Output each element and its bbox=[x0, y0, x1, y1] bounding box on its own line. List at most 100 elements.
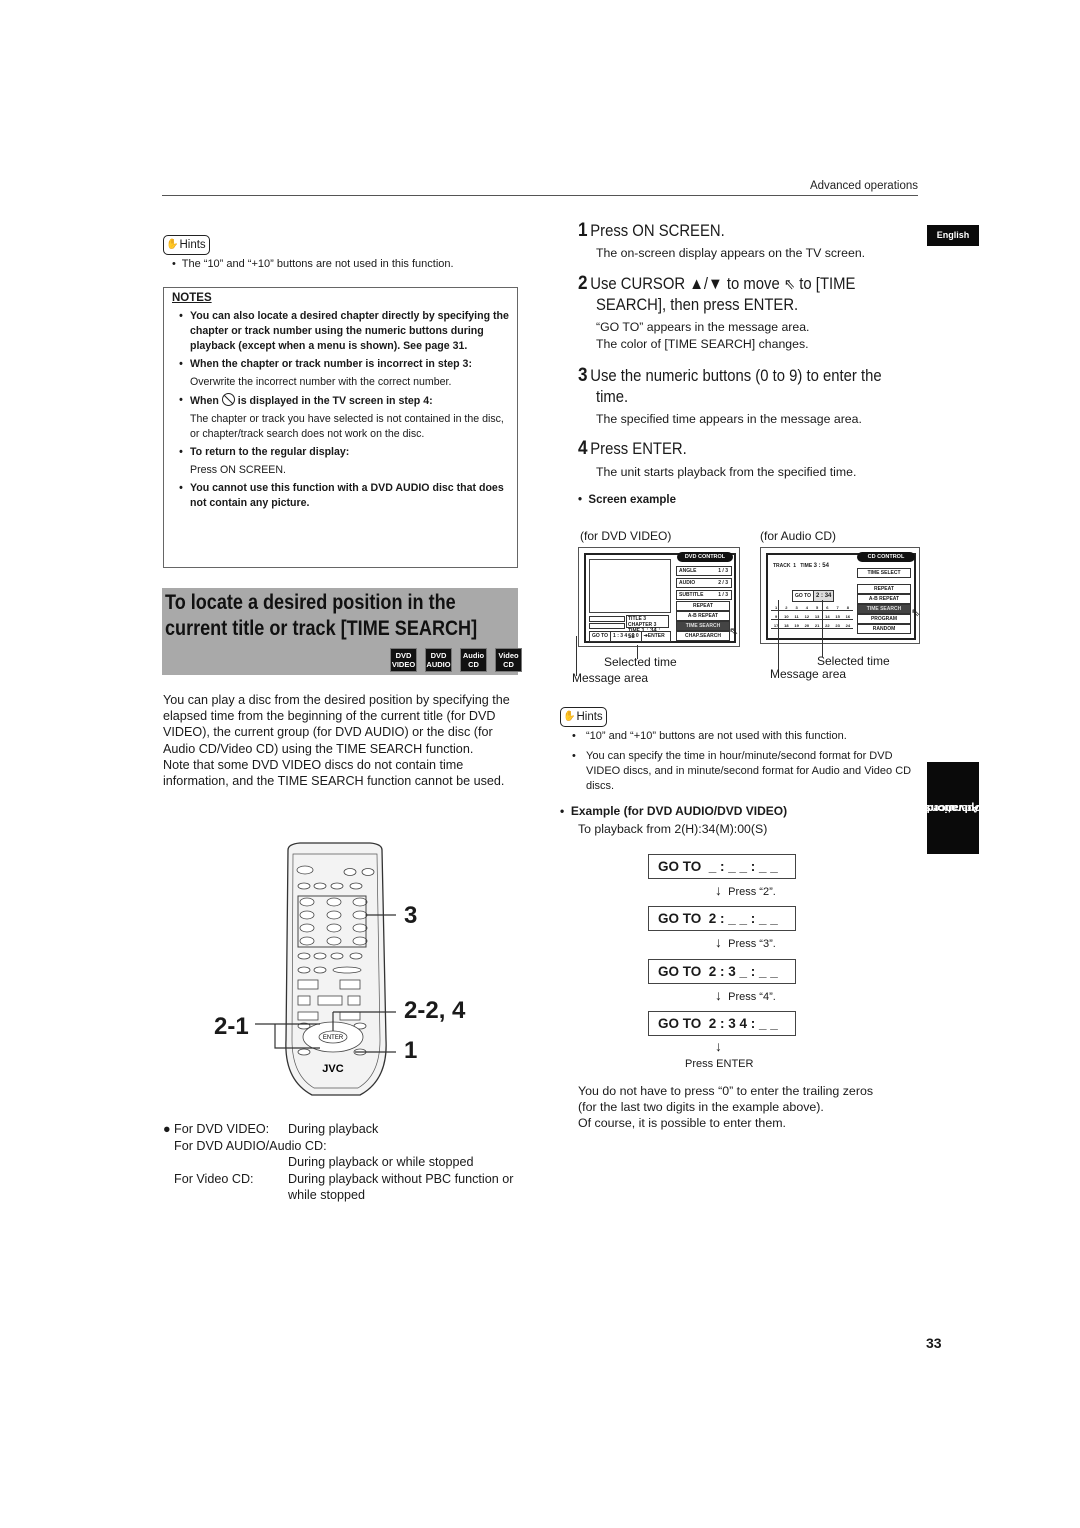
notes-box: NOTES • You can also locate a desired cha… bbox=[163, 287, 518, 568]
track-number: 4 bbox=[801, 605, 812, 611]
press-step-3: ↓ Press “4”. bbox=[715, 987, 776, 1003]
intro-text: You can play a disc from the desired pos… bbox=[163, 693, 510, 756]
track-grid: 1 2 3 4 5 6 7 8 9 10 11 12 13 14 15 16 17 18 19 20 21 22 23 24 bbox=[771, 605, 853, 629]
hint-item: • “10” and “+10” buttons are not used wit… bbox=[572, 730, 847, 742]
menu-item-repeat: REPEAT bbox=[857, 584, 911, 594]
example-title: • Example (for DVD AUDIO/DVD VIDEO) bbox=[560, 804, 788, 818]
track-number: 15 bbox=[832, 614, 843, 620]
intro-note: Note that some DVD VIDEO discs do not co… bbox=[163, 757, 505, 789]
intro-paragraph: You can play a disc from the desired pos… bbox=[163, 692, 523, 789]
example-desc: To playback from 2(H):34(M):00(S) bbox=[578, 822, 768, 836]
condition-label: For DVD AUDIO/Audio CD: bbox=[174, 1138, 327, 1153]
callout-step-2-1: 2-1 bbox=[214, 1013, 249, 1040]
press-step-1: ↓ Press “2”. bbox=[715, 882, 776, 898]
track-number: 20 bbox=[801, 623, 812, 629]
track-number: 19 bbox=[791, 623, 802, 629]
dvd-video-icon: DVD VIDEO bbox=[390, 648, 417, 672]
condition-row: For Video CD: During playback without PBC… bbox=[163, 1171, 533, 1204]
note-heading: When is displayed in the TV screen in st… bbox=[190, 393, 433, 407]
menu-item-repeat: REPEAT bbox=[676, 601, 730, 611]
note-item: • To return to the regular display: Press … bbox=[179, 446, 350, 476]
disc-type-icons: DVD VIDEO DVD AUDIO Audio CD Video CD bbox=[390, 648, 522, 672]
track-number: 8 bbox=[842, 605, 853, 611]
down-arrow-icon: ↓ bbox=[715, 934, 722, 950]
track-number: 13 bbox=[812, 614, 823, 620]
menu-item-time-search: TIME SEARCH bbox=[857, 604, 911, 614]
dvd-menu: REPEAT A-B REPEAT TIME SEARCH CHAP.SEARC… bbox=[676, 601, 730, 641]
step-1-desc: The on-screen display appears on the TV … bbox=[596, 246, 866, 260]
dvd-message-area-label: Message area bbox=[572, 671, 649, 685]
menu-item-random: RANDOM bbox=[857, 624, 911, 634]
track-time-info: TRACK 1 TIME 3 : 54 bbox=[773, 563, 829, 569]
hint-text: The “10” and “+10” buttons are not used … bbox=[181, 258, 454, 270]
press-step-2: ↓ Press “3”. bbox=[715, 934, 776, 950]
pointer-cursor-icon: ⇖ bbox=[783, 276, 796, 293]
callout-step-3: 3 bbox=[404, 902, 418, 929]
note-item: • When the chapter or track number is inc… bbox=[179, 358, 472, 388]
cd-selected-time-label: Selected time bbox=[817, 654, 890, 668]
conditions-list: ● For DVD VIDEO: During playback For DVD A… bbox=[163, 1121, 533, 1204]
step-1-title: 1 Press ON SCREEN. bbox=[578, 220, 725, 241]
hand-icon: ✋ bbox=[563, 711, 576, 722]
track-number: 23 bbox=[832, 623, 843, 629]
cd-message-area-label: Message area bbox=[770, 667, 847, 681]
menu-item-time-search: TIME SEARCH bbox=[676, 621, 730, 631]
note-item: • When is displayed in the TV screen in s… bbox=[172, 393, 509, 442]
remote-control-illustration: ENTER JVC bbox=[255, 842, 396, 1096]
pointer-cursor-icon: ⇖ bbox=[729, 626, 739, 638]
menu-item-ab-repeat: A-B REPEAT bbox=[676, 611, 730, 621]
step-2-title: 2 Use CURSOR ▲/▼ to move ⇖ to [TIME bbox=[578, 273, 856, 294]
callout-step-1: 1 bbox=[404, 1037, 418, 1064]
cd-message-area: GO TO 2 : 34 bbox=[792, 590, 835, 602]
condition-row: ● For DVD VIDEO: During playback bbox=[163, 1122, 379, 1136]
cd-control-header: CD CONTROL bbox=[857, 552, 915, 562]
track-number: 7 bbox=[832, 605, 843, 611]
goto-display-2: GO TO 2 : _ _ : _ _ bbox=[648, 906, 796, 931]
track-number: 18 bbox=[781, 623, 792, 629]
section-title-line: current title or track [TIME SEARCH] bbox=[165, 617, 478, 640]
dvd-settings: ANGLE 1 / 3 AUDIO 2 / 3 SUBTITLE 1 / 3 bbox=[676, 566, 732, 600]
menu-item-ab-repeat: A-B REPEAT bbox=[857, 594, 911, 604]
down-arrow-icon: ↓ bbox=[715, 882, 722, 898]
section-title-line: To locate a desired position in the bbox=[165, 591, 456, 614]
step-4-title: 4 Press ENTER. bbox=[578, 438, 687, 459]
advanced-operations-tab: Advanced operations bbox=[925, 762, 981, 854]
note-text: Overwrite the incorrect number with the … bbox=[190, 376, 452, 388]
enter-button-label: ENTER bbox=[323, 1035, 344, 1041]
video-cd-icon: Video CD bbox=[495, 648, 522, 672]
condition-value: During playback bbox=[288, 1122, 379, 1136]
cd-menu: TIME SELECT REPEAT A-B REPEAT TIME SEARC… bbox=[857, 568, 911, 634]
condition-label: For DVD VIDEO: bbox=[174, 1122, 270, 1136]
down-arrow-icon: ↓ bbox=[715, 987, 722, 1003]
dvd-screen-caption: (for DVD VIDEO) bbox=[580, 529, 672, 543]
track-number: 1 bbox=[771, 605, 782, 611]
hints-right: ✋ Hints bbox=[560, 706, 607, 727]
hand-icon: ✋ bbox=[166, 239, 179, 250]
step-3-desc: The specified time appears in the messag… bbox=[596, 412, 862, 426]
language-tab: English bbox=[927, 225, 979, 246]
footer-note: You do not have to press “0” to enter th… bbox=[578, 1084, 874, 1130]
track-number: 12 bbox=[801, 614, 812, 620]
track-number: 11 bbox=[791, 614, 802, 620]
audio-cd-icon: Audio CD bbox=[460, 648, 487, 672]
note-text: Press ON SCREEN. bbox=[190, 464, 286, 476]
cd-osd-screen: CD CONTROL TRACK 1 TIME 3 : 54 TIME SELE… bbox=[760, 547, 920, 644]
menu-item-time-select: TIME SELECT bbox=[857, 568, 911, 578]
note-item: • You can also locate a desired chapter d… bbox=[179, 310, 509, 352]
track-number: 5 bbox=[812, 605, 823, 611]
screen-example-heading: • Screen example bbox=[578, 494, 677, 506]
note-heading: When the chapter or track number is inco… bbox=[190, 358, 472, 370]
dvd-message-area: GO TO 1 : 3 4 : 0 0 ➔ENTER bbox=[589, 631, 671, 642]
dvd-audio-icon: DVD AUDIO bbox=[425, 648, 452, 672]
track-number: 22 bbox=[822, 623, 833, 629]
hints-label: Hints bbox=[576, 710, 603, 723]
track-number: 14 bbox=[822, 614, 833, 620]
goto-display-4: GO TO 2 : 3 4 : _ _ bbox=[648, 1011, 796, 1036]
hints-badge: ✋ Hints bbox=[560, 706, 607, 727]
press-enter: Press ENTER bbox=[685, 1058, 754, 1070]
menu-item-program: PROGRAM bbox=[857, 614, 911, 624]
hint-item: • You can specify the time in hour/minute… bbox=[572, 750, 912, 792]
notes-title: NOTES bbox=[172, 292, 212, 304]
step-3-title-cont: time. bbox=[596, 388, 629, 406]
section-title: To locate a desired position in the curr… bbox=[165, 590, 478, 642]
